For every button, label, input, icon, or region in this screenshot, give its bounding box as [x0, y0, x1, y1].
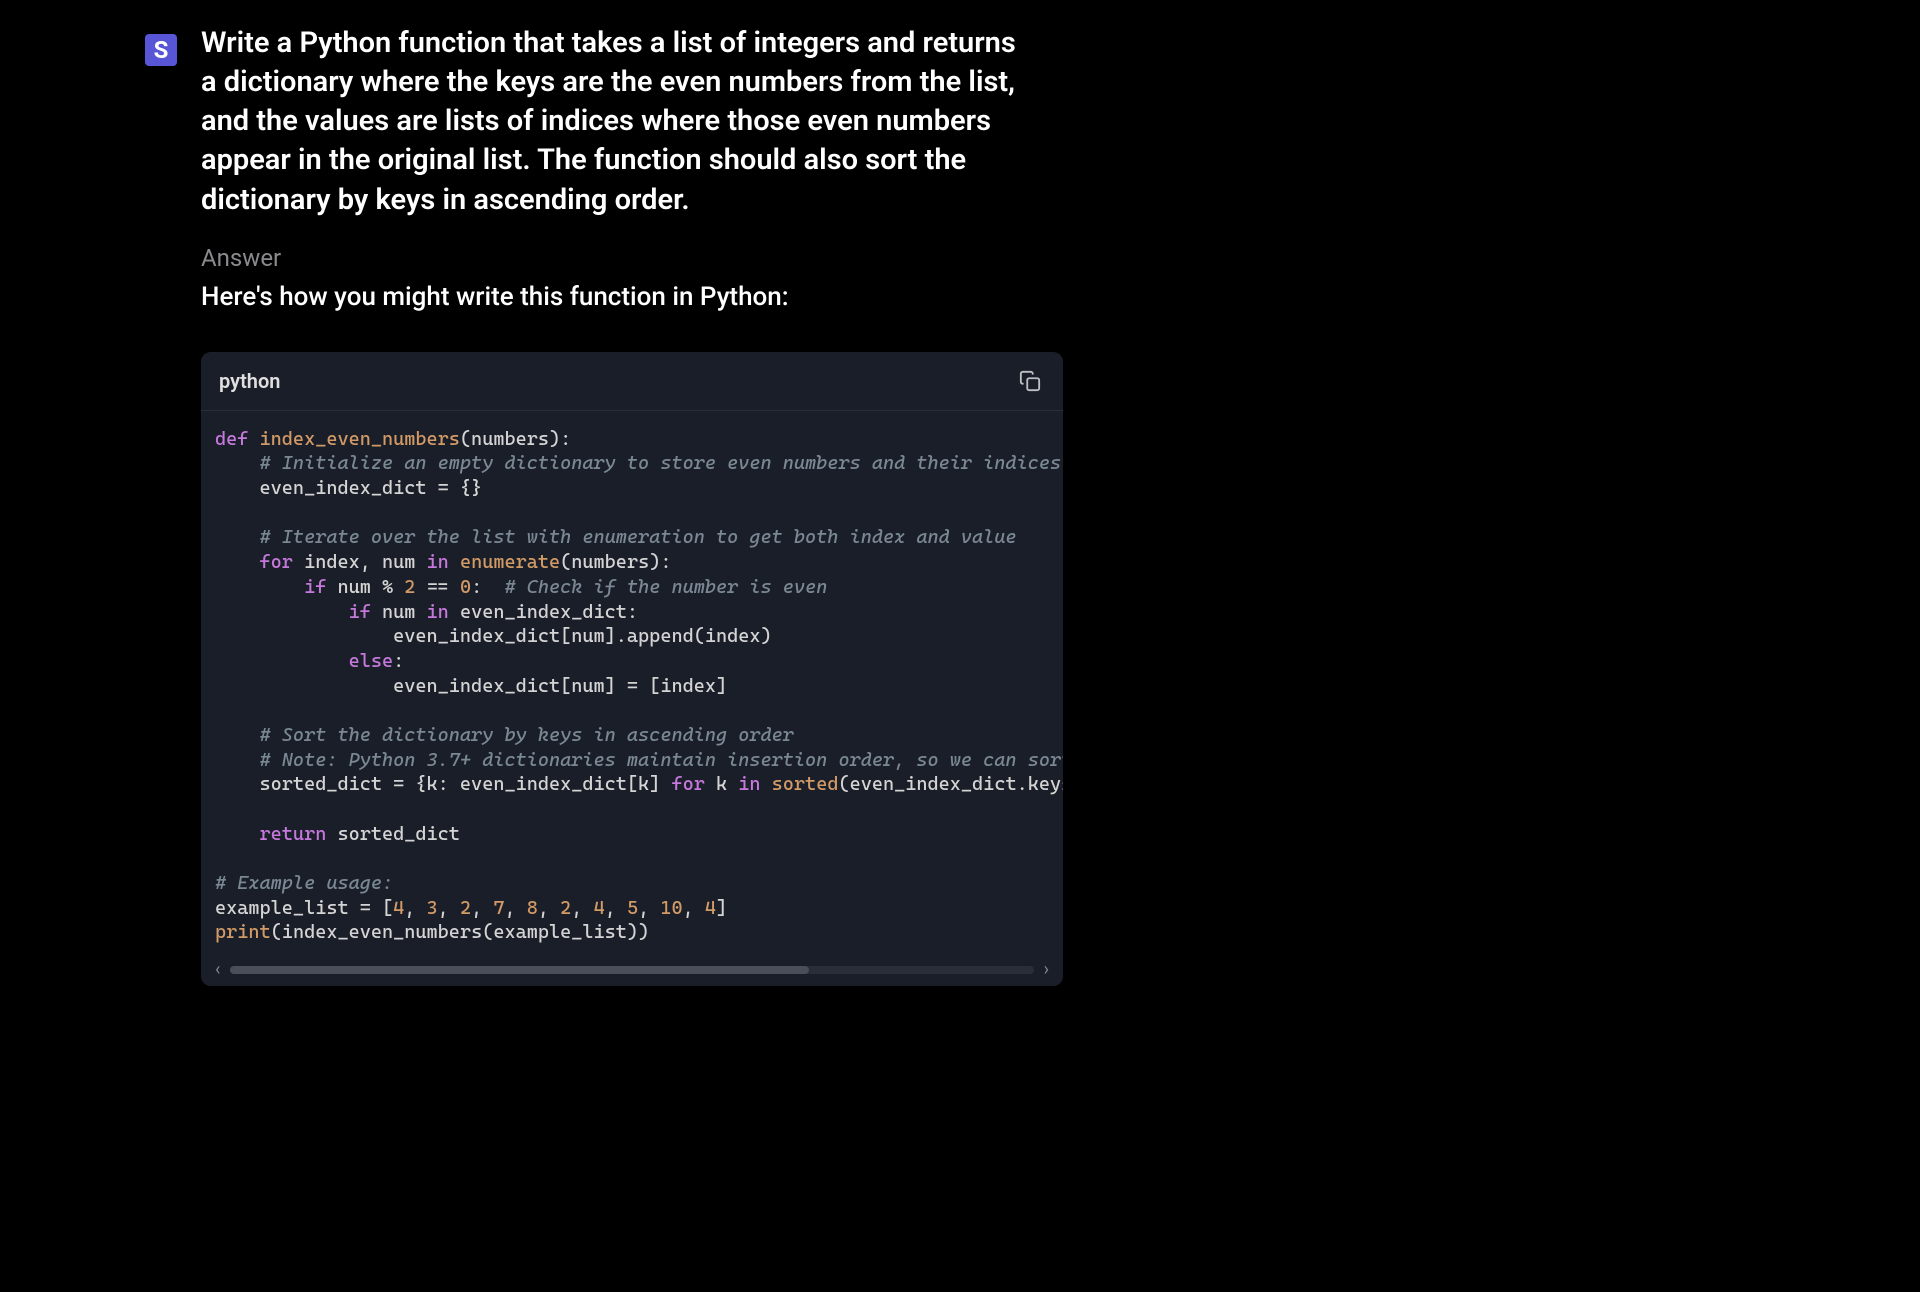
code-body[interactable]: def index_even_numbers(numbers): # Initi…	[201, 411, 1063, 953]
code-text: def index_even_numbers(numbers): # Initi…	[215, 427, 1049, 945]
avatar-letter: S	[154, 36, 169, 64]
horizontal-scrollbar[interactable]: ‹ ›	[201, 953, 1063, 986]
scroll-thumb[interactable]	[230, 966, 808, 974]
copy-button[interactable]	[1015, 366, 1045, 396]
answer-intro: Here's how you might write this function…	[201, 282, 1245, 312]
code-header: python	[201, 352, 1063, 411]
chat-container: S Write a Python function that takes a l…	[145, 24, 1245, 986]
question-text: Write a Python function that takes a lis…	[201, 24, 1021, 220]
answer-label: Answer	[201, 244, 1245, 272]
code-block: python def index_even_numbers(numbers): …	[201, 352, 1063, 986]
scroll-track[interactable]	[230, 966, 1033, 974]
copy-icon	[1019, 370, 1041, 392]
code-language-label: python	[219, 369, 280, 393]
user-avatar: S	[145, 34, 177, 66]
scroll-left-arrow[interactable]: ‹	[211, 959, 224, 980]
message-content: Write a Python function that takes a lis…	[201, 24, 1245, 986]
scroll-right-arrow[interactable]: ›	[1040, 959, 1053, 980]
